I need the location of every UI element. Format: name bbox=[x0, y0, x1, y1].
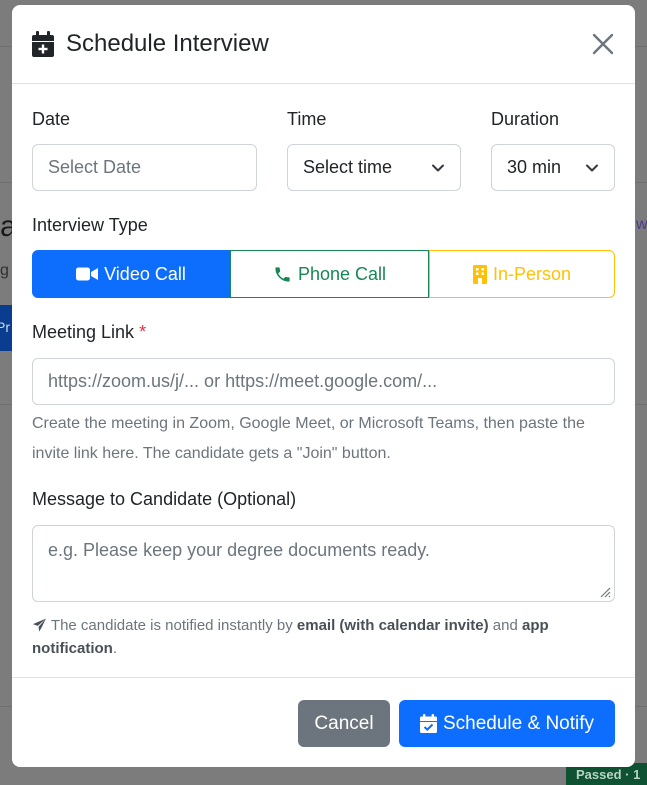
schedule-interview-modal: Schedule Interview Date Time Duration Se… bbox=[12, 5, 635, 767]
schedule-notify-button[interactable]: Schedule & Notify bbox=[399, 700, 615, 747]
building-icon bbox=[472, 264, 487, 284]
date-label: Date bbox=[32, 109, 71, 129]
message-placeholder: e.g. Please keep your degree documents r… bbox=[48, 540, 430, 560]
interview-type-group: Video Call Phone Call In-Person bbox=[32, 250, 615, 298]
required-marker: * bbox=[139, 322, 147, 342]
duration-value: 30 min bbox=[507, 157, 562, 177]
modal-footer: Cancel Schedule & Notify bbox=[12, 677, 635, 767]
video-call-label: Video Call bbox=[104, 263, 186, 284]
notice-prefix: The candidate is notified instantly by bbox=[50, 617, 297, 634]
notice-middle: and bbox=[488, 617, 522, 634]
meeting-link-help: Create the meeting in Zoom, Google Meet,… bbox=[32, 415, 585, 462]
chevron-down-icon bbox=[432, 164, 444, 171]
chevron-down-icon bbox=[586, 164, 598, 171]
interview-type-label: Interview Type bbox=[32, 215, 148, 235]
meeting-link-placeholder: https://zoom.us/j/... or https://meet.go… bbox=[48, 371, 438, 391]
meeting-link-input[interactable]: https://zoom.us/j/... or https://meet.go… bbox=[32, 358, 615, 405]
meeting-link-label-text: Meeting Link bbox=[32, 322, 135, 342]
cancel-button[interactable]: Cancel bbox=[298, 700, 390, 747]
duration-select[interactable]: 30 min bbox=[491, 144, 615, 191]
resize-handle-icon[interactable] bbox=[597, 584, 611, 598]
duration-label: Duration bbox=[491, 109, 560, 129]
video-call-option[interactable]: Video Call bbox=[32, 250, 230, 298]
bg-button-fragment: Pr bbox=[0, 305, 12, 351]
phone-icon bbox=[275, 266, 290, 282]
date-placeholder: Select Date bbox=[48, 157, 142, 177]
time-select[interactable]: Select time bbox=[287, 144, 461, 191]
close-icon[interactable] bbox=[591, 32, 615, 56]
time-label: Time bbox=[287, 109, 327, 129]
modal-title-text: Schedule Interview bbox=[66, 30, 269, 57]
schedule-notify-label: Schedule & Notify bbox=[442, 712, 595, 734]
bg-text-fragment: g bbox=[0, 262, 9, 279]
modal-header: Schedule Interview bbox=[12, 5, 635, 84]
video-icon bbox=[76, 267, 99, 281]
calendar-check-icon bbox=[419, 714, 437, 733]
phone-call-label: Phone Call bbox=[297, 263, 387, 284]
meeting-link-label: Meeting Link * bbox=[32, 322, 146, 343]
date-field[interactable]: Select Date bbox=[32, 144, 257, 191]
message-textarea[interactable]: e.g. Please keep your degree documents r… bbox=[32, 525, 615, 602]
calendar-plus-icon bbox=[32, 31, 54, 57]
in-person-label: In-Person bbox=[492, 263, 572, 284]
notice-suffix: . bbox=[112, 640, 117, 657]
in-person-option[interactable]: In-Person bbox=[429, 250, 615, 298]
notice-email: email (with calendar invite) bbox=[296, 617, 489, 634]
notification-notice: The candidate is notified instantly by e… bbox=[32, 614, 612, 660]
modal-title: Schedule Interview bbox=[32, 30, 269, 58]
bg-text-fragment: w bbox=[636, 216, 647, 233]
phone-call-option[interactable]: Phone Call bbox=[230, 250, 429, 298]
time-value: Select time bbox=[303, 157, 393, 177]
cancel-label: Cancel bbox=[314, 712, 374, 734]
message-label: Message to Candidate (Optional) bbox=[32, 489, 297, 509]
paper-plane-icon bbox=[32, 618, 47, 632]
